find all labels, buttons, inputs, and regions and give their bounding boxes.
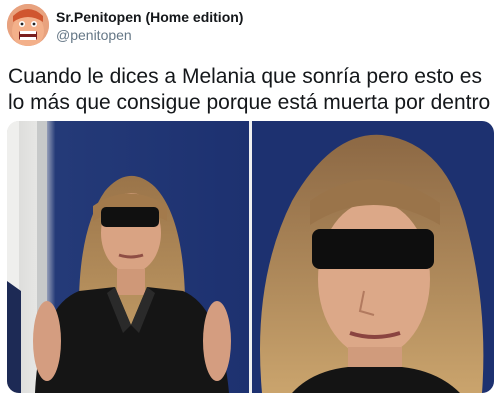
woman-sunglasses-closeup-image bbox=[252, 121, 494, 393]
author-avatar[interactable] bbox=[7, 4, 49, 46]
author-display-name[interactable]: Sr.Penitopen (Home edition) bbox=[56, 9, 243, 25]
tweet-text: Cuando le dices a Melania que sonría per… bbox=[8, 65, 491, 114]
woman-sunglasses-wide-image bbox=[7, 121, 249, 393]
author-handle[interactable]: @penitopen bbox=[56, 27, 132, 43]
tweet-media bbox=[7, 121, 494, 393]
tweet-card: Sr.Penitopen (Home edition) @penitopen C… bbox=[0, 0, 500, 401]
photo-wide[interactable] bbox=[7, 121, 249, 393]
photo-closeup[interactable] bbox=[252, 121, 494, 393]
cartoon-face-icon bbox=[7, 4, 49, 46]
